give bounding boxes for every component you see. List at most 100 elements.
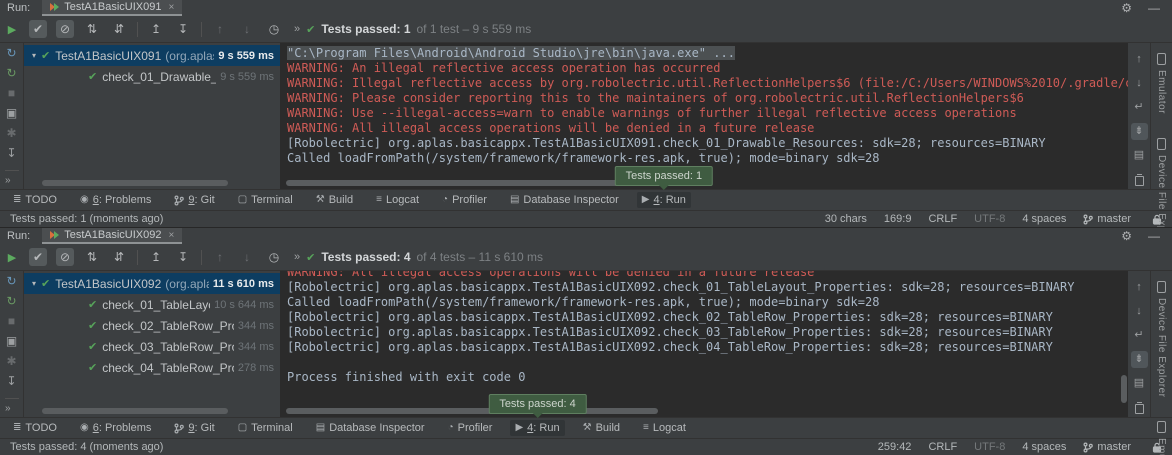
sort-alphabetically-button[interactable]: ⇅ <box>83 20 101 38</box>
expand-all-button[interactable]: ↥ <box>147 248 165 266</box>
sort-by-duration-button[interactable]: ⇵ <box>110 248 128 266</box>
print-button[interactable]: ▤ <box>1131 375 1148 392</box>
soft-wrap-toggle[interactable]: ↵ <box>1131 327 1148 344</box>
status-item[interactable]: 30 chars <box>825 213 867 225</box>
toolwindow-build[interactable]: ⚒ Build <box>578 420 625 436</box>
toolwindow-profiler[interactable]: ◔ Profiler <box>437 192 492 208</box>
run-play-icon[interactable]: ▶ <box>0 23 24 36</box>
toolwindow-database-inspector[interactable]: ▤ Database Inspector <box>505 192 624 208</box>
stripe-device-file-explorer[interactable]: Device File Explorer <box>1156 281 1167 397</box>
chevron-down-icon[interactable]: ▾ <box>27 279 41 288</box>
print-button[interactable]: ▤ <box>1131 147 1148 164</box>
scroll-down-button[interactable]: ↓ <box>1131 303 1148 320</box>
test-tree-row[interactable]: ✔ check_03_TableRow_Properties 344 ms <box>24 336 280 357</box>
clear-all-button[interactable] <box>1131 399 1148 416</box>
clear-all-button[interactable] <box>1131 171 1148 188</box>
toolwindow-problems[interactable]: ◉ 6: Problems <box>75 192 156 208</box>
next-failed-test-button[interactable]: ↓ <box>238 248 256 266</box>
status-item[interactable]: 169:9 <box>884 213 912 225</box>
show-ignored-toggle[interactable]: ⊘ <box>56 20 74 38</box>
toolwindow-build[interactable]: ⚒ Build <box>311 192 358 208</box>
test-history-button[interactable]: ◷ <box>265 248 283 266</box>
toolwindow-run[interactable]: ▶ 4: Run Tests passed: 4 <box>510 420 564 436</box>
status-item[interactable]: CRLF <box>928 213 957 225</box>
gutter-more-chevron[interactable]: » <box>0 173 11 189</box>
gear-icon[interactable]: ⚙ <box>1121 1 1132 15</box>
horizontal-scrollbar[interactable] <box>286 408 658 414</box>
test-tree-row[interactable]: ▾ ✔ TestA1BasicUIX091(org.aplas.basica 9… <box>24 45 280 66</box>
run-play-icon[interactable]: ▶ <box>0 251 24 264</box>
stop-button[interactable]: ■ <box>8 87 15 99</box>
screenshot-button[interactable]: ▣ <box>6 107 17 119</box>
toolwindow-todo[interactable]: ≣ TODO <box>8 192 62 208</box>
next-failed-test-button[interactable]: ↓ <box>238 20 256 38</box>
test-history-button[interactable]: ◷ <box>265 20 283 38</box>
sort-alphabetically-button[interactable]: ⇅ <box>83 248 101 266</box>
chevron-down-icon[interactable]: ▾ <box>27 51 41 60</box>
test-tree-row[interactable]: ✔ check_02_TableRow_Properties 344 ms <box>24 315 280 336</box>
status-item[interactable]: 4 spaces <box>1022 213 1066 225</box>
import-test-results-button[interactable]: ↧ <box>6 147 16 159</box>
rerun-failed-tests-button[interactable]: ↻ <box>6 67 16 79</box>
test-tree-row[interactable]: ✔ check_01_TableLayout_Properties 10 s 6… <box>24 294 280 315</box>
vertical-scrollbar[interactable] <box>1121 375 1127 403</box>
run-tab[interactable]: TestA1BasicUIX092 × <box>42 228 182 244</box>
soft-wrap-toggle[interactable]: ↵ <box>1131 99 1148 116</box>
close-icon[interactable]: × <box>168 230 174 241</box>
gear-icon[interactable]: ⚙ <box>1121 229 1132 243</box>
status-item[interactable]: UTF-8 <box>974 441 1005 453</box>
stripe-emulator[interactable]: Emulator <box>1156 421 1167 455</box>
scroll-up-button[interactable]: ↑ <box>1131 51 1148 68</box>
toolwindow-terminal[interactable]: ▢ Terminal <box>233 420 298 436</box>
collapse-all-button[interactable]: ↧ <box>174 20 192 38</box>
close-icon[interactable]: × <box>168 2 174 13</box>
previous-failed-test-button[interactable]: ↑ <box>211 20 229 38</box>
test-settings-button[interactable]: ✱ <box>6 127 16 139</box>
toolwindow-problems[interactable]: ◉ 6: Problems <box>75 420 156 436</box>
toolwindow-git[interactable]: 9: Git <box>169 192 219 208</box>
status-item[interactable]: 4 spaces <box>1022 441 1066 453</box>
toolbar-separator[interactable] <box>137 250 138 265</box>
toolwindow-logcat[interactable]: ≡ Logcat <box>371 192 424 208</box>
show-passed-toggle[interactable]: ✔ <box>29 20 47 38</box>
test-settings-button[interactable]: ✱ <box>6 355 16 367</box>
status-item[interactable]: master <box>1083 213 1131 225</box>
minimize-icon[interactable]: — <box>1148 229 1160 243</box>
toolbar-separator[interactable] <box>201 22 202 37</box>
scroll-to-end-toggle[interactable]: ⇟ <box>1131 123 1148 140</box>
gutter-more-chevron[interactable]: » <box>0 401 11 417</box>
collapse-all-button[interactable]: ↧ <box>174 248 192 266</box>
toolbar-separator[interactable] <box>137 22 138 37</box>
run-tab[interactable]: TestA1BasicUIX091 × <box>42 0 182 16</box>
toolbar-separator[interactable] <box>201 250 202 265</box>
status-item[interactable]: master <box>1083 441 1131 453</box>
status-item[interactable]: UTF-8 <box>974 213 1005 225</box>
stripe-emulator[interactable]: Emulator <box>1156 53 1167 114</box>
scroll-down-button[interactable]: ↓ <box>1131 75 1148 92</box>
show-passed-toggle[interactable]: ✔ <box>29 248 47 266</box>
scroll-up-button[interactable]: ↑ <box>1131 279 1148 296</box>
status-item[interactable]: CRLF <box>928 441 957 453</box>
toolwindow-git[interactable]: 9: Git <box>169 420 219 436</box>
toolwindow-database-inspector[interactable]: ▤ Database Inspector <box>311 420 430 436</box>
test-tree-row[interactable]: ▾ ✔ TestA1BasicUIX092(org.aplas.basica 1… <box>24 273 280 294</box>
horizontal-scrollbar[interactable] <box>42 408 228 414</box>
test-tree-row[interactable]: ✔ check_04_TableRow_Properties 278 ms <box>24 357 280 378</box>
minimize-icon[interactable]: — <box>1148 1 1160 15</box>
test-tree-row[interactable]: ✔ check_01_Drawable_Resources 9 s 559 ms <box>24 66 280 87</box>
rerun-failed-tests-button[interactable]: ↻ <box>6 295 16 307</box>
rerun-button[interactable]: ↻ <box>6 47 16 59</box>
sort-by-duration-button[interactable]: ⇵ <box>110 20 128 38</box>
stop-button[interactable]: ■ <box>8 315 15 327</box>
expand-all-button[interactable]: ↥ <box>147 20 165 38</box>
toolwindow-logcat[interactable]: ≡ Logcat <box>638 420 691 436</box>
status-item[interactable]: 259:42 <box>878 441 912 453</box>
previous-failed-test-button[interactable]: ↑ <box>211 248 229 266</box>
horizontal-scrollbar[interactable] <box>42 180 228 186</box>
toolwindow-profiler[interactable]: ◔ Profiler <box>443 420 498 436</box>
more-actions-chevron[interactable]: » <box>294 23 300 35</box>
toolwindow-todo[interactable]: ≣ TODO <box>8 420 62 436</box>
rerun-button[interactable]: ↻ <box>6 275 16 287</box>
show-ignored-toggle[interactable]: ⊘ <box>56 248 74 266</box>
toolwindow-terminal[interactable]: ▢ Terminal <box>233 192 298 208</box>
